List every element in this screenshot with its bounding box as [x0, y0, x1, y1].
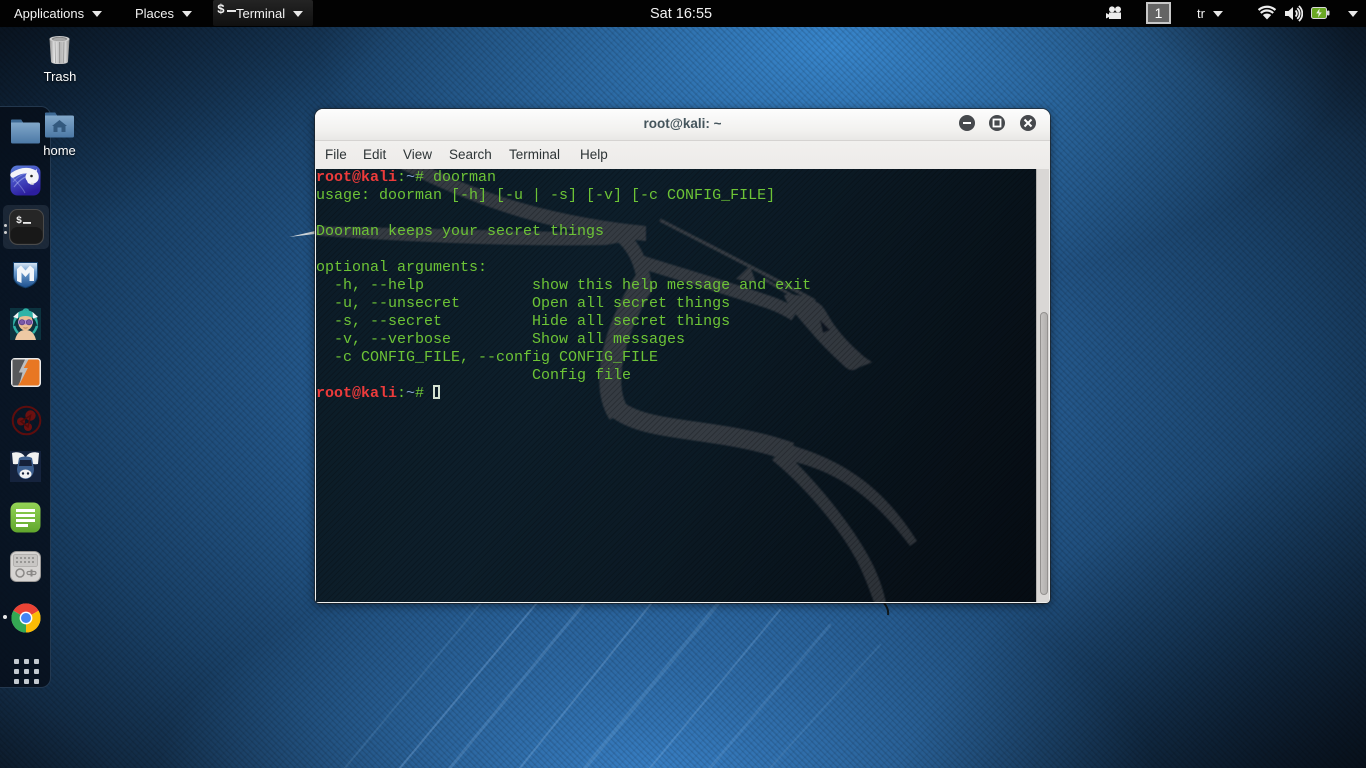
svg-text:$: $	[16, 215, 22, 227]
